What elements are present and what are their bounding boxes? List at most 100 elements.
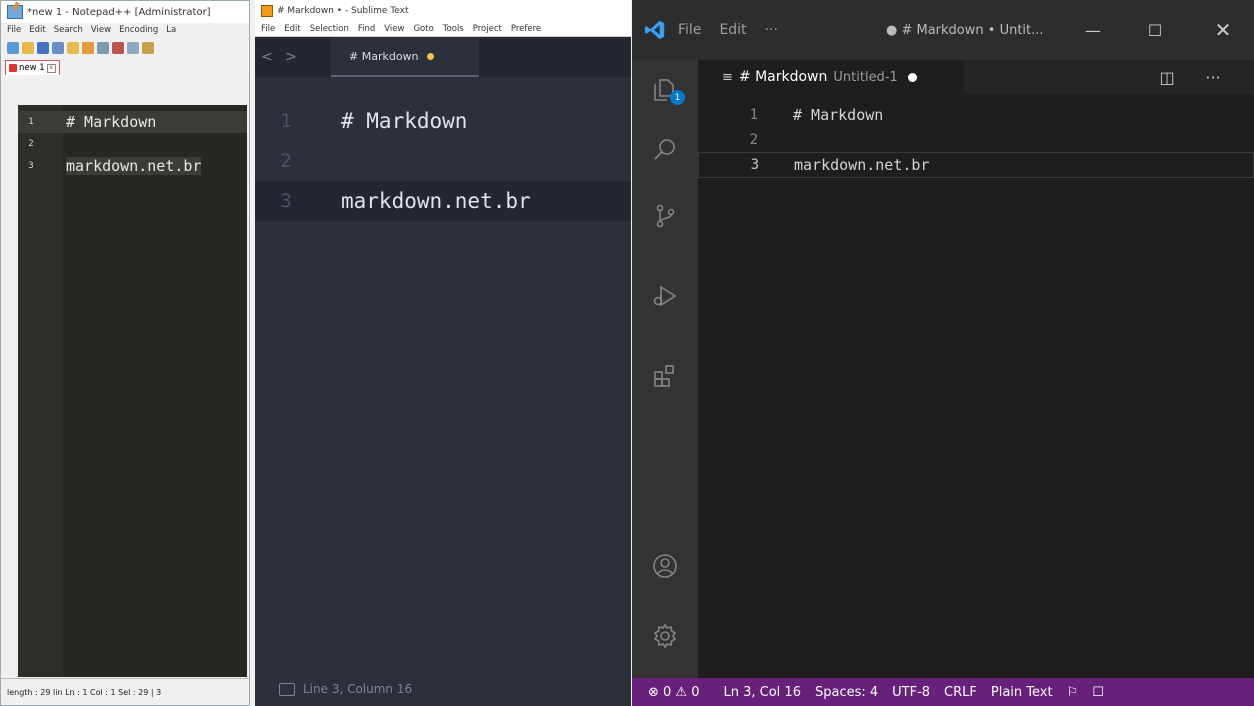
activity-search[interactable] — [632, 120, 698, 180]
encoding[interactable]: UTF-8 — [892, 685, 930, 700]
open-file-icon[interactable] — [22, 42, 34, 54]
line-number: 1 — [280, 110, 292, 132]
editor-line[interactable]: 3 markdown.net.br — [255, 181, 631, 221]
more-actions-icon[interactable]: ··· — [1198, 60, 1228, 94]
plaintext-file-icon: ≡ — [722, 69, 733, 85]
activity-run-debug[interactable] — [632, 266, 698, 326]
notepadpp-margin — [1, 105, 18, 677]
activity-explorer[interactable]: 1 — [632, 60, 698, 120]
panel-toggle-icon[interactable] — [279, 682, 295, 696]
vscode-logo-icon — [644, 20, 665, 40]
sublime-editor[interactable]: 1 # Markdown 2 3 markdown.net.br — [255, 101, 631, 221]
sublime-menu-preferences[interactable]: Prefere — [511, 24, 541, 34]
notepadpp-editor[interactable]: 1 # Markdown 2 3 markdown.net.br — [18, 105, 247, 677]
editor-line[interactable]: 3 markdown.net.br — [698, 152, 1254, 178]
editor-line[interactable]: 1 # Markdown — [255, 101, 631, 141]
copy-icon[interactable] — [127, 42, 139, 54]
vscode-editor[interactable]: 1 # Markdown 2 3 markdown.net.br — [698, 94, 1254, 678]
sublime-menu-tools[interactable]: Tools — [443, 24, 464, 34]
line-number: 1 — [28, 117, 34, 127]
close-all-icon[interactable] — [82, 42, 94, 54]
sublime-menu-file[interactable]: File — [261, 24, 275, 34]
editor-line[interactable]: 3 markdown.net.br — [18, 155, 247, 177]
sublime-menu-project[interactable]: Project — [473, 24, 502, 34]
notepadpp-titlebar[interactable]: *new 1 - Notepad++ [Administrator] — [1, 1, 249, 23]
sublime-menu-goto[interactable]: Goto — [413, 24, 433, 34]
close-icon[interactable] — [67, 42, 79, 54]
sublime-menu-selection[interactable]: Selection — [310, 24, 349, 34]
editor-line[interactable]: 2 — [255, 141, 631, 181]
cut-icon[interactable] — [112, 42, 124, 54]
language-mode[interactable]: Plain Text — [991, 685, 1053, 700]
notifications-bell-icon[interactable]: ☐ — [1092, 685, 1104, 700]
sublime-app-icon — [261, 5, 273, 17]
editor-line[interactable]: 1 # Markdown — [18, 111, 247, 133]
notepadpp-menu-search[interactable]: Search — [54, 25, 83, 35]
unsaved-icon — [9, 64, 17, 72]
notepadpp-window: *new 1 - Notepad++ [Administrator] File … — [0, 0, 250, 706]
line-number: 3 — [750, 157, 759, 173]
activity-accounts[interactable] — [632, 536, 698, 596]
print-icon[interactable] — [97, 42, 109, 54]
sublime-status-position[interactable]: Line 3, Column 16 — [303, 682, 412, 696]
line-text: markdown.net.br — [341, 189, 531, 213]
new-file-icon[interactable] — [7, 42, 19, 54]
problems-indicator[interactable]: ⊗ 0 ⚠ 0 — [648, 685, 700, 700]
sublime-menu-view[interactable]: View — [384, 24, 404, 34]
activity-extensions[interactable] — [632, 346, 698, 406]
sublime-titlebar[interactable]: # Markdown • - Sublime Text — [255, 0, 631, 22]
notepadpp-gutter — [18, 105, 63, 677]
notepadpp-menu-encoding[interactable]: Encoding — [119, 25, 158, 35]
line-text: # Markdown — [341, 109, 468, 133]
sublime-tabbar: < > # Markdown — [255, 37, 631, 77]
unsaved-dot-icon — [426, 52, 434, 60]
editor-line[interactable]: 1 # Markdown — [698, 102, 1254, 128]
save-icon[interactable] — [37, 42, 49, 54]
indentation[interactable]: Spaces: 4 — [815, 685, 878, 700]
vscode-menu-more[interactable]: ··· — [765, 22, 778, 38]
unsaved-dot-icon[interactable] — [907, 72, 917, 82]
notepadpp-menubar: File Edit Search View Encoding La — [1, 23, 249, 37]
feedback-icon[interactable]: ⚐ — [1067, 685, 1079, 700]
save-all-icon[interactable] — [52, 42, 64, 54]
vscode-titlebar[interactable]: File Edit ··· ● # Markdown • Untit... — … — [632, 0, 1254, 60]
vscode-tabbar: ≡ # Markdown Untitled-1 ◫ ··· — [698, 60, 1254, 94]
notepadpp-toolbar — [1, 37, 249, 59]
activity-manage[interactable] — [632, 606, 698, 666]
notepadpp-tab-new1[interactable]: new 1 x — [5, 60, 60, 75]
activity-source-control[interactable] — [632, 186, 698, 246]
cursor-position[interactable]: Ln 3, Col 16 — [724, 685, 801, 700]
split-editor-icon[interactable]: ◫ — [1152, 60, 1182, 94]
sublime-tab-markdown[interactable]: # Markdown — [331, 37, 479, 77]
line-number: 3 — [280, 190, 292, 212]
editor-line[interactable]: 2 — [18, 133, 247, 155]
nav-forward-icon[interactable]: > — [279, 49, 303, 65]
notepadpp-menu-edit[interactable]: Edit — [29, 25, 45, 35]
vscode-tab-filename: Untitled-1 — [833, 69, 898, 85]
sublime-menu-edit[interactable]: Edit — [284, 24, 300, 34]
sublime-window: # Markdown • - Sublime Text File Edit Se… — [255, 0, 631, 706]
minimize-icon[interactable]: — — [1070, 0, 1116, 60]
vscode-menu-edit[interactable]: Edit — [719, 22, 746, 38]
maximize-icon[interactable]: ☐ — [1132, 0, 1178, 60]
notepadpp-menu-file[interactable]: File — [7, 25, 21, 35]
nav-back-icon[interactable]: < — [255, 49, 279, 65]
line-ending[interactable]: CRLF — [944, 685, 977, 700]
vscode-tab-label: # Markdown — [738, 69, 828, 85]
line-number: 2 — [280, 150, 292, 172]
editor-line[interactable]: 2 — [698, 128, 1254, 152]
paste-icon[interactable] — [142, 42, 154, 54]
notepadpp-menu-language[interactable]: La — [166, 25, 176, 35]
sublime-menu-find[interactable]: Find — [358, 24, 375, 34]
close-window-icon[interactable]: ✕ — [1200, 0, 1246, 60]
notepadpp-menu-view[interactable]: View — [91, 25, 111, 35]
source-control-icon — [656, 204, 675, 228]
tab-close-icon[interactable]: x — [46, 63, 56, 73]
vscode-tab-markdown[interactable]: ≡ # Markdown Untitled-1 — [698, 60, 964, 94]
sublime-tab-label: # Markdown — [349, 49, 419, 63]
notepadpp-status-text: length : 29 lin Ln : 1 Col : 1 Sel : 29 … — [7, 687, 162, 697]
run-debug-icon — [653, 285, 677, 307]
explorer-badge: 1 — [670, 90, 685, 105]
vscode-menu-file[interactable]: File — [678, 22, 701, 38]
notepadpp-app-icon — [7, 5, 23, 19]
